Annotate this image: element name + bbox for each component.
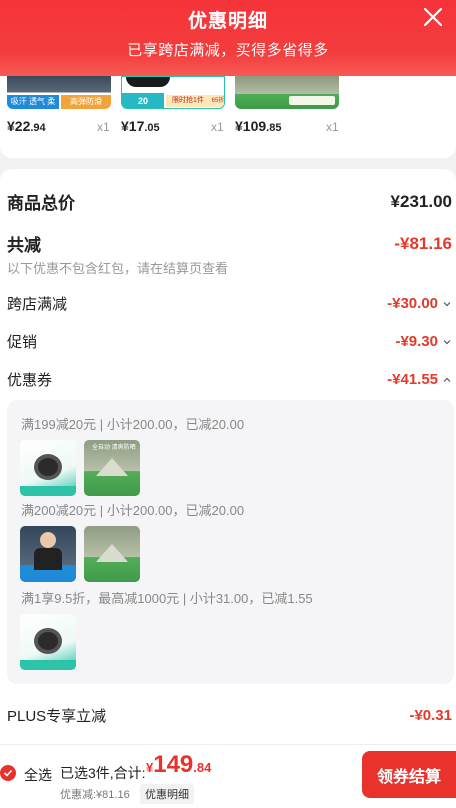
chevron-down-icon (443, 301, 451, 306)
discount-detail-button[interactable]: 优惠明细 (140, 784, 194, 804)
product-qty: x1 (211, 120, 224, 134)
product-tag: 限时抢1件 (166, 95, 210, 107)
product-tag: 20 (122, 93, 164, 108)
chevron-up-icon (443, 377, 451, 382)
coupon-amount: -¥41.55 (387, 371, 438, 388)
product-thumbnail[interactable] (84, 526, 140, 582)
total-price: ¥149.84 (146, 751, 212, 778)
redpacket-note: 以下优惠不包含红包，请在结算页查看 (7, 261, 229, 276)
coupon-product-thumbs: 全自动 清爽防晒 (20, 440, 140, 496)
cross-store-value[interactable]: -¥30.00 (387, 295, 452, 312)
plus-reduction-row: PLUS专享立减 -¥0.31 (7, 705, 452, 726)
product-strip: 吸汗 透气 柔软 高弹防滑 ¥22.94 x1 20 限时抢1件 65折 ¥17… (0, 76, 456, 158)
chevron-down-icon (443, 339, 451, 344)
coupon-row[interactable]: 优惠券 -¥41.55 (7, 369, 452, 390)
product-qty: x1 (326, 120, 339, 134)
product-thumbnail[interactable] (20, 526, 76, 582)
product-qty: x1 (97, 120, 110, 134)
product-price: ¥22.94 (7, 118, 46, 134)
select-all-label[interactable]: 全选 (24, 765, 52, 785)
coupon-rule-text: 满199减20元 | 小计200.00，已减20.00 (21, 417, 245, 432)
coupon-label: 优惠券 (7, 372, 53, 389)
cross-store-label: 跨店满减 (7, 296, 68, 313)
page-title: 优惠明细 (187, 11, 268, 32)
product-thumbnail[interactable] (20, 614, 76, 670)
coupon-value[interactable]: -¥41.55 (387, 371, 452, 388)
product-tag: 吸汗 透气 柔软 (7, 95, 59, 109)
coupon-rule-text: 满1享9.5折，最高减1000元 | 小计31.00，已减1.55 (21, 591, 313, 606)
selected-count: 已选3件,合计: (60, 765, 146, 781)
cross-store-amount: -¥30.00 (387, 295, 438, 312)
thumb-tag: 全自动 清爽防晒 (92, 445, 136, 451)
discount-amount: 优惠减:¥81.16 (60, 789, 130, 801)
goods-total-value: ¥231.00 (390, 191, 452, 211)
plus-reduction-value: -¥0.31 (409, 707, 452, 724)
product-tag: 65折 (210, 95, 224, 107)
product-price: ¥17.05 (121, 118, 160, 134)
total-reduction-row: 共减 -¥81.16 (7, 231, 452, 256)
product-thumbnail[interactable]: 全自动 清爽防晒 (84, 440, 140, 496)
close-icon[interactable] (420, 4, 446, 30)
promo-label: 促销 (7, 334, 38, 351)
product-price: ¥109.85 (235, 118, 282, 134)
check-icon (3, 769, 13, 777)
product-tag: 高弹防滑 (61, 95, 111, 109)
discount-detail-header: 优惠明细 已享跨店满减，买得多省得多 (0, 0, 456, 76)
cross-store-row[interactable]: 跨店满减 -¥30.00 (7, 293, 452, 314)
product-thumbnail[interactable] (20, 440, 76, 496)
promo-row[interactable]: 促销 -¥9.30 (7, 331, 452, 352)
total-reduction-value: -¥81.16 (394, 233, 452, 253)
select-all-checkbox[interactable] (0, 765, 16, 781)
plus-reduction-label: PLUS专享立减 (7, 708, 107, 725)
header-subtitle: 已享跨店满减，买得多省得多 (127, 42, 329, 59)
promo-value[interactable]: -¥9.30 (395, 333, 452, 350)
product-thumbnail[interactable]: 20 限时抢1件 65折 (121, 76, 225, 109)
coupon-product-thumbs (20, 526, 140, 582)
product-thumbnail[interactable] (235, 76, 339, 109)
promo-amount: -¥9.30 (395, 333, 438, 350)
checkout-button[interactable]: 领券结算 (362, 751, 456, 798)
checkout-bar: 全选 已选3件,合计: ¥149.84 优惠减:¥81.16 优惠明细 领券结算 (0, 744, 456, 808)
goods-total-row: 商品总价 ¥231.00 (7, 189, 452, 214)
total-reduction-label: 共减 (7, 236, 41, 255)
coupon-rule-text: 满200减20元 | 小计200.00，已减20.00 (21, 503, 245, 518)
product-thumbnail[interactable]: 吸汗 透气 柔软 高弹防滑 (7, 76, 111, 109)
goods-total-label: 商品总价 (7, 194, 75, 213)
discount-detail-card: 商品总价 ¥231.00 共减 -¥81.16 以下优惠不包含红包，请在结算页查… (0, 169, 456, 744)
coupon-product-thumbs (20, 614, 76, 670)
coupon-breakdown: 满199减20元 | 小计200.00，已减20.00 全自动 清爽防晒 满20… (7, 400, 454, 684)
